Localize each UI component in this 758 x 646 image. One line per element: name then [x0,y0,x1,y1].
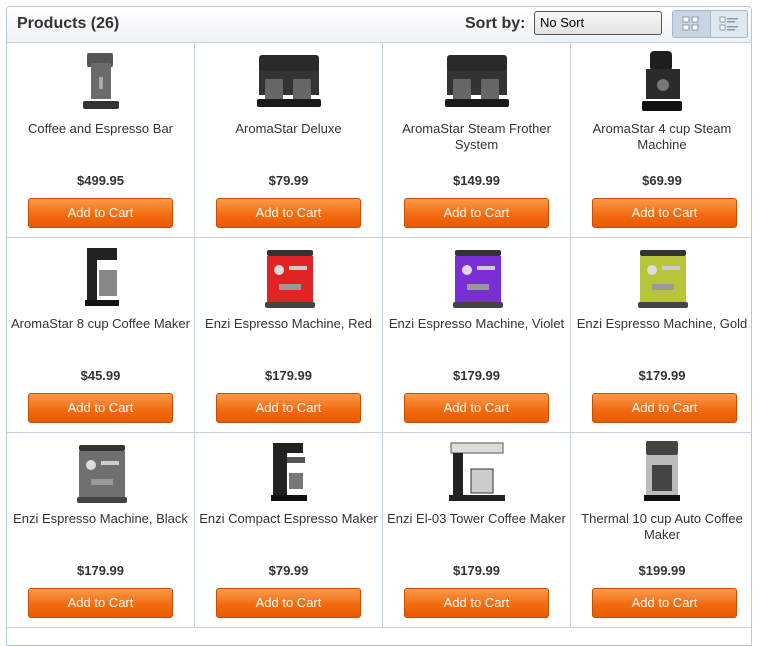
product-row: Coffee and Espresso Bar $499.95 Add to Car… [7,43,751,238]
page-title: Products (26) [17,15,120,32]
sort-label: Sort by: [465,15,526,32]
product-image[interactable] [437,439,517,507]
product-name[interactable]: Coffee and Espresso Bar [11,121,190,137]
product-price: $45.99 [80,368,121,383]
product-name[interactable]: Enzi Espresso Machine, Black [11,511,190,527]
product-price: $149.99 [453,173,500,188]
product-image[interactable] [61,49,141,117]
product-image[interactable] [437,49,517,117]
view-toggle [672,10,748,38]
product-card: Enzi El-03 Tower Coffee Maker $179.99 Add … [383,433,571,627]
product-name[interactable]: Enzi Espresso Machine, Violet [387,316,566,332]
product-card: AromaStar 8 cup Coffee Maker $45.99 Add to… [7,238,195,432]
product-row: AromaStar 8 cup Coffee Maker $45.99 Add to… [7,238,751,433]
product-image[interactable] [61,439,141,507]
grid-icon [682,16,699,31]
product-card: AromaStar 4 cup Steam Machine $69.99 Add t… [571,43,751,237]
product-image[interactable] [249,439,329,507]
product-name[interactable]: AromaStar Steam Frother System [387,121,566,153]
product-name[interactable]: Enzi Espresso Machine, Gold [575,316,749,332]
add-to-cart-button[interactable]: Add to Cart [28,393,173,423]
product-price: $179.99 [453,368,500,383]
product-card: Enzi Espresso Machine, Violet $179.99 Add … [383,238,571,432]
product-price: $79.99 [268,563,309,578]
product-price: $179.99 [77,563,124,578]
add-to-cart-button[interactable]: Add to Cart [216,588,361,618]
products-panel: Products (26) Sort by: No Sort Coffee an… [6,6,752,646]
add-to-cart-button[interactable]: Add to Cart [592,393,737,423]
product-card: Enzi Espresso Machine, Gold $179.99 Add to… [571,238,751,432]
sort-select[interactable]: No Sort [534,11,662,35]
product-card: Thermal 10 cup Auto Coffee Maker $199.99 A… [571,433,751,627]
product-price: $69.99 [642,173,682,188]
product-price: $179.99 [265,368,312,383]
product-image[interactable] [622,49,702,117]
product-row: Enzi Espresso Machine, Black $179.99 Add t… [7,433,751,628]
product-price: $79.99 [268,173,309,188]
add-to-cart-button[interactable]: Add to Cart [216,198,361,228]
add-to-cart-button[interactable]: Add to Cart [216,393,361,423]
product-image[interactable] [61,244,141,312]
product-card: Enzi Espresso Machine, Black $179.99 Add t… [7,433,195,627]
product-card: Enzi Compact Espresso Maker $79.99 Add to … [195,433,383,627]
product-card: Enzi Espresso Machine, Red $179.99 Add to … [195,238,383,432]
add-to-cart-button[interactable]: Add to Cart [28,588,173,618]
add-to-cart-button[interactable]: Add to Cart [592,198,737,228]
product-name[interactable]: Enzi Compact Espresso Maker [199,511,378,527]
product-price: $499.95 [77,173,124,188]
product-image[interactable] [622,439,702,507]
product-name[interactable]: Enzi Espresso Machine, Red [199,316,378,332]
grid-view-button[interactable] [673,11,711,37]
product-price: $179.99 [638,368,686,383]
product-price: $199.99 [638,563,686,578]
list-view-button[interactable] [711,11,748,37]
list-icon [719,16,738,31]
panel-header: Products (26) Sort by: No Sort [7,7,751,43]
product-grid: Coffee and Espresso Bar $499.95 Add to Car… [7,43,751,628]
add-to-cart-button[interactable]: Add to Cart [28,198,173,228]
product-card: AromaStar Deluxe $79.99 Add to Cart [195,43,383,237]
product-card: Coffee and Espresso Bar $499.95 Add to Car… [7,43,195,237]
product-name[interactable]: Thermal 10 cup Auto Coffee Maker [575,511,749,543]
product-card: AromaStar Steam Frother System $149.99 Add… [383,43,571,237]
product-name[interactable]: AromaStar 4 cup Steam Machine [575,121,749,153]
add-to-cart-button[interactable]: Add to Cart [404,198,549,228]
add-to-cart-button[interactable]: Add to Cart [404,588,549,618]
product-image[interactable] [249,244,329,312]
product-name[interactable]: AromaStar Deluxe [199,121,378,137]
product-image[interactable] [622,244,702,312]
product-name[interactable]: AromaStar 8 cup Coffee Maker [11,316,190,332]
product-name[interactable]: Enzi El-03 Tower Coffee Maker [387,511,566,527]
add-to-cart-button[interactable]: Add to Cart [404,393,549,423]
add-to-cart-button[interactable]: Add to Cart [592,588,737,618]
product-image[interactable] [249,49,329,117]
product-price: $179.99 [453,563,500,578]
product-image[interactable] [437,244,517,312]
